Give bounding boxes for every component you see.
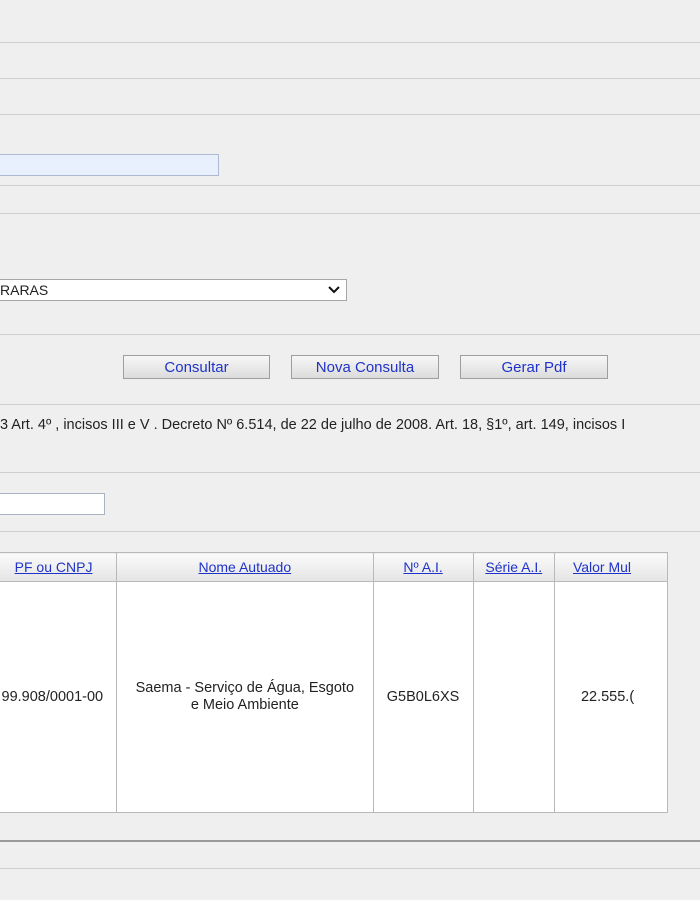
page: RARAS Consultar Nova Consulta Gerar Pdf … bbox=[0, 0, 700, 900]
column-header-cpf-cnpj: PF ou CNPJ bbox=[0, 552, 118, 582]
divider bbox=[0, 334, 700, 335]
divider bbox=[0, 185, 700, 186]
divider bbox=[0, 78, 700, 79]
results-table: PF ou CNPJ Nome Autuado Nº A.I. Série A.… bbox=[0, 552, 669, 813]
divider bbox=[0, 213, 700, 214]
consultar-button[interactable]: Consultar bbox=[123, 355, 270, 379]
divider bbox=[0, 531, 700, 532]
table-header-row: PF ou CNPJ Nome Autuado Nº A.I. Série A.… bbox=[0, 552, 669, 582]
cell-nome-autuado: Saema - Serviço de Água, Esgoto e Meio A… bbox=[116, 581, 374, 813]
column-header-valor-multa: Valor Mul bbox=[553, 552, 669, 582]
divider bbox=[0, 868, 700, 869]
column-header-nome-autuado: Nome Autuado bbox=[116, 552, 374, 582]
divider bbox=[0, 42, 700, 43]
cell-num-ai: G5B0L6XS bbox=[372, 581, 474, 813]
sort-link-nome-autuado[interactable]: Nome Autuado bbox=[199, 559, 292, 575]
divider bbox=[0, 840, 700, 842]
chevron-down-icon bbox=[322, 286, 346, 294]
cpf-cnpj-input[interactable] bbox=[0, 493, 105, 515]
municipio-select-value: RARAS bbox=[0, 282, 49, 298]
sort-link-num-ai[interactable]: Nº A.I. bbox=[403, 559, 442, 575]
cell-serie-ai bbox=[472, 581, 555, 813]
column-header-serie-ai: Série A.I. bbox=[472, 552, 555, 582]
cell-valor-multa: 22.555.( bbox=[553, 581, 669, 813]
gerar-pdf-button[interactable]: Gerar Pdf bbox=[460, 355, 608, 379]
table-row: 99.908/0001-00 Saema - Serviço de Água, … bbox=[0, 581, 669, 813]
divider bbox=[0, 472, 700, 473]
cell-cpf-cnpj: 99.908/0001-00 bbox=[0, 581, 118, 813]
legal-basis-text: 3 Art. 4º , incisos III e V . Decreto Nº… bbox=[0, 417, 626, 433]
sort-link-serie-ai[interactable]: Série A.I. bbox=[485, 559, 542, 575]
column-header-num-ai: Nº A.I. bbox=[372, 552, 474, 582]
sort-link-cpf-cnpj[interactable]: PF ou CNPJ bbox=[0, 559, 93, 575]
divider bbox=[0, 114, 700, 115]
divider bbox=[0, 404, 700, 405]
name-input[interactable] bbox=[0, 154, 219, 176]
municipio-select[interactable]: RARAS bbox=[0, 279, 347, 301]
nova-consulta-button[interactable]: Nova Consulta bbox=[291, 355, 439, 379]
sort-link-valor-multa[interactable]: Valor Mul bbox=[573, 559, 631, 575]
